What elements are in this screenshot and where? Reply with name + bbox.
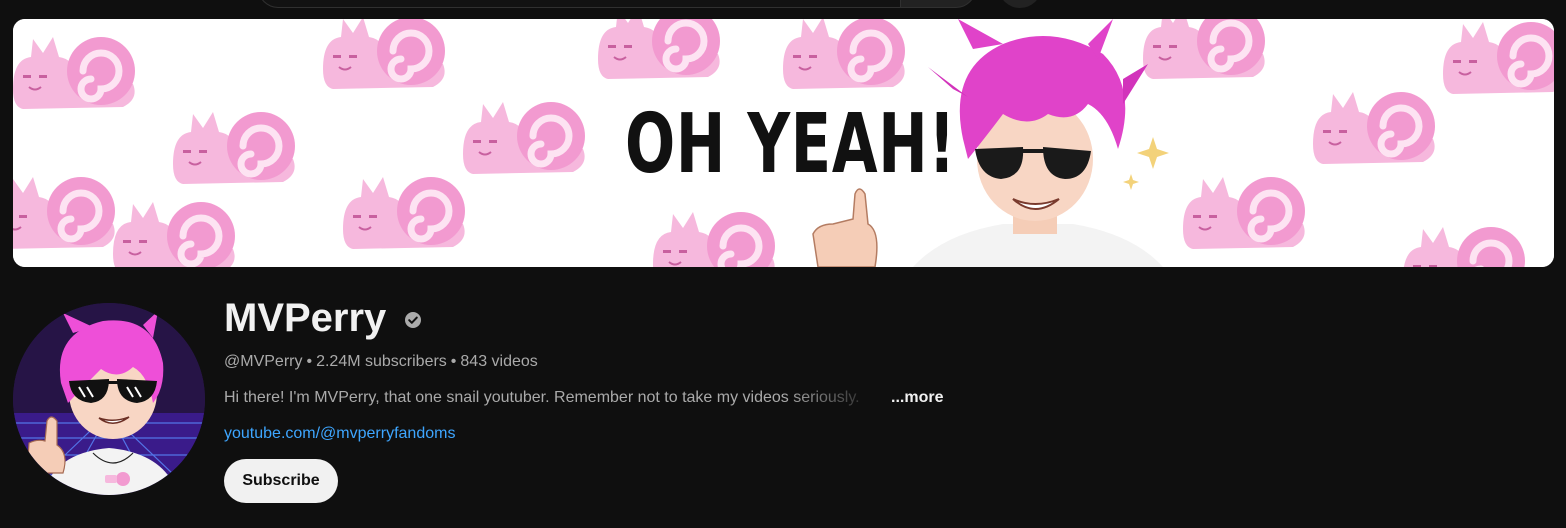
channel-handle: @MVPerry <box>224 353 303 370</box>
channel-description[interactable]: Hi there! I'm MVPerry, that one snail yo… <box>224 388 886 408</box>
channel-external-link[interactable]: youtube.com/@mvperryfandoms <box>224 424 455 444</box>
channel-avatar[interactable] <box>13 303 205 495</box>
search-input[interactable] <box>258 0 900 8</box>
channel-name: MVPerry <box>224 296 387 340</box>
subscriber-count: 2.24M subscribers <box>316 353 447 370</box>
meta-separator: • <box>306 353 313 370</box>
video-count: 843 videos <box>460 353 538 370</box>
meta-separator: • <box>450 353 457 370</box>
search-button[interactable] <box>900 0 976 8</box>
voice-search-button[interactable] <box>999 0 1041 8</box>
description-more-link[interactable]: ...more <box>891 388 943 408</box>
banner-headline: OH YEAH! <box>625 97 957 192</box>
subscribe-button[interactable]: Subscribe <box>224 459 338 503</box>
avatar-artwork <box>13 303 205 495</box>
verified-badge-icon <box>405 312 421 328</box>
channel-meta: @MVPerry • 2.24M subscribers • 843 videos <box>224 352 538 372</box>
channel-banner: OH YEAH! <box>13 19 1554 267</box>
